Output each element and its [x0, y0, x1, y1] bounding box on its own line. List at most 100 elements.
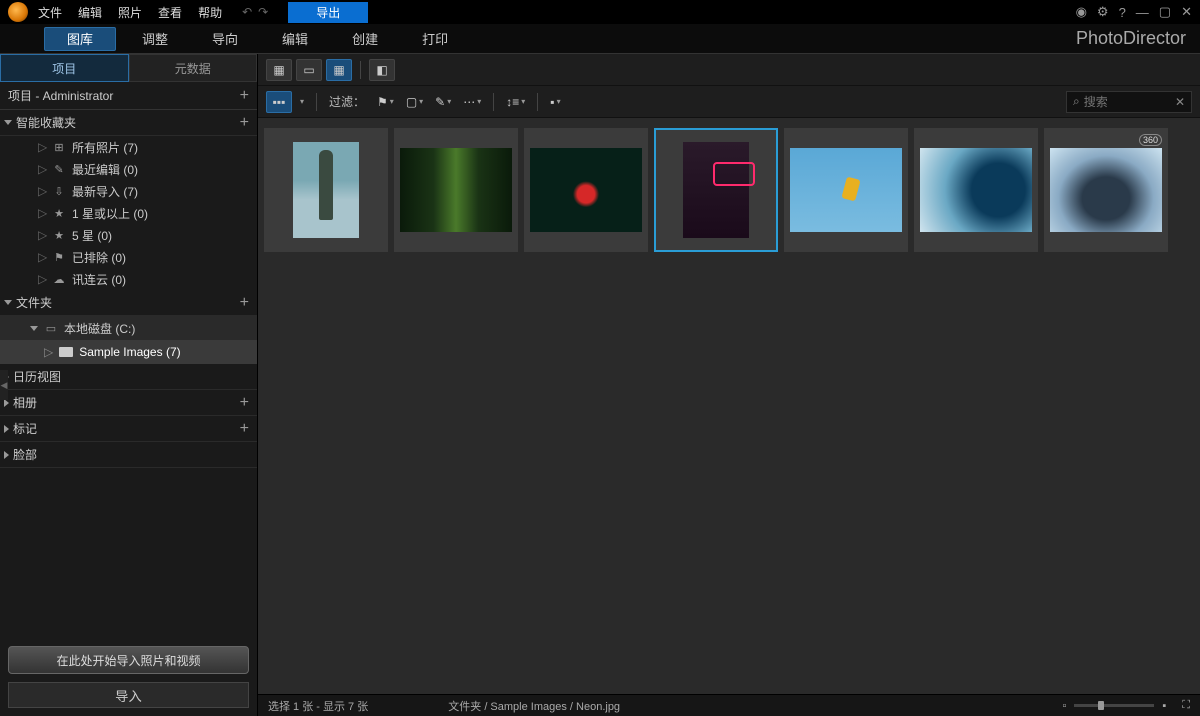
- brand-label: PhotoDirector: [1076, 28, 1186, 49]
- stack-icon: ▪: [550, 95, 554, 109]
- import-hint-button[interactable]: 在此处开始导入照片和视频: [8, 646, 249, 674]
- section-smart[interactable]: 智能收藏夹 +: [0, 110, 257, 136]
- menu-help[interactable]: 帮助: [198, 4, 222, 21]
- folder-icon: [59, 347, 73, 357]
- thumbnail-image: [1050, 148, 1162, 232]
- brush-icon: ✎: [435, 95, 445, 109]
- tab-library[interactable]: 图库: [44, 27, 116, 51]
- help-icon[interactable]: ?: [1119, 5, 1126, 20]
- filter-flag-dropdown[interactable]: ⚑▾: [373, 95, 398, 109]
- more-icon: ⋯: [463, 95, 475, 109]
- folder-sample-images[interactable]: ▷Sample Images (7): [0, 340, 257, 364]
- section-tag[interactable]: 标记+: [0, 416, 257, 442]
- folder-local-disk[interactable]: ▭本地磁盘 (C:): [0, 316, 257, 340]
- smart-excluded[interactable]: ▷⚑已排除 (0): [0, 246, 257, 268]
- fullscreen-icon[interactable]: ⛶: [1182, 699, 1190, 712]
- menu-photo[interactable]: 照片: [118, 4, 142, 21]
- thumb-size-button[interactable]: ▪▪▪: [266, 91, 292, 113]
- left-tab-project[interactable]: 项目: [0, 54, 129, 82]
- tab-create[interactable]: 创建: [330, 24, 400, 54]
- thumbnail-rock[interactable]: [264, 128, 388, 252]
- status-path: / Sample Images / Neon.jpg: [484, 701, 620, 713]
- undo-button[interactable]: ↶: [242, 5, 252, 19]
- sort-dropdown[interactable]: ↕≡▾: [502, 95, 529, 109]
- thumb-size-dropdown[interactable]: ▾: [296, 97, 308, 106]
- smart-recent-edit[interactable]: ▷✎最近编辑 (0): [0, 158, 257, 180]
- smart-recent-import[interactable]: ▷⇩最新导入 (7): [0, 180, 257, 202]
- import-icon: ⇩: [52, 184, 66, 198]
- view-single-button[interactable]: ▭: [296, 59, 322, 81]
- tab-guide[interactable]: 导向: [190, 24, 260, 54]
- star-icon: ★: [52, 206, 66, 220]
- chevron-down-icon: [4, 300, 12, 305]
- zoom-slider[interactable]: [1074, 704, 1154, 707]
- flag-icon: ⚑: [52, 250, 66, 264]
- tab-edit[interactable]: 编辑: [260, 24, 330, 54]
- search-box[interactable]: ⌕ ✕: [1066, 91, 1192, 113]
- view-compare-button[interactable]: ◧: [369, 59, 395, 81]
- thumbnail-skate[interactable]: [784, 128, 908, 252]
- chevron-down-icon: [30, 326, 38, 331]
- menu-view[interactable]: 查看: [158, 4, 182, 21]
- section-folders[interactable]: 文件夹 +: [0, 290, 257, 316]
- sidebar-collapse-handle[interactable]: ◀: [0, 370, 8, 400]
- thumbnail-image: [790, 148, 902, 232]
- thumbnail-wave[interactable]: [914, 128, 1038, 252]
- section-album[interactable]: 相册+: [0, 390, 257, 416]
- zoom-out-icon[interactable]: ▫: [1062, 700, 1066, 712]
- thumbnail-planet[interactable]: 360: [1044, 128, 1168, 252]
- thumbnail-image: [683, 142, 749, 238]
- disk-icon: ▭: [44, 321, 58, 335]
- thumbnail-forest[interactable]: [394, 128, 518, 252]
- thumbnail-image: [530, 148, 642, 232]
- photos-icon: ⊞: [52, 140, 66, 154]
- section-face[interactable]: 脸部: [0, 442, 257, 468]
- thumbnail-image: [293, 142, 359, 238]
- chevron-right-icon: [4, 451, 9, 459]
- tab-adjust[interactable]: 调整: [120, 24, 190, 54]
- badge-360: 360: [1139, 134, 1162, 146]
- search-input[interactable]: [1084, 95, 1171, 109]
- thumbnail-leaf[interactable]: [524, 128, 648, 252]
- maximize-button[interactable]: ▢: [1159, 4, 1171, 20]
- cloud-icon: ☁: [52, 272, 66, 286]
- zoom-in-icon[interactable]: ▪: [1162, 700, 1166, 712]
- search-clear-button[interactable]: ✕: [1175, 95, 1185, 109]
- star-icon: ★: [52, 228, 66, 242]
- thumbnail-neon[interactable]: [654, 128, 778, 252]
- section-calendar[interactable]: 日历视图: [0, 364, 257, 390]
- smart-1star[interactable]: ▷★1 星或以上 (0): [0, 202, 257, 224]
- filter-more-dropdown[interactable]: ⋯▾: [459, 95, 485, 109]
- add-project-button[interactable]: +: [240, 87, 249, 105]
- tab-print[interactable]: 打印: [400, 24, 470, 54]
- smart-cloud[interactable]: ▷☁讯连云 (0): [0, 268, 257, 290]
- view-browser-button[interactable]: ▦: [266, 59, 292, 81]
- thumbnail-image: [920, 148, 1032, 232]
- chevron-down-icon: [4, 120, 12, 125]
- add-folder-button[interactable]: +: [240, 294, 249, 312]
- left-tab-metadata[interactable]: 元数据: [129, 54, 258, 82]
- minimize-button[interactable]: —: [1136, 5, 1149, 20]
- add-smart-button[interactable]: +: [240, 114, 249, 132]
- notification-icon[interactable]: ◉: [1076, 4, 1087, 20]
- close-button[interactable]: ✕: [1181, 4, 1192, 20]
- add-album-button[interactable]: +: [240, 394, 249, 412]
- import-button[interactable]: 导入: [8, 682, 249, 708]
- add-tag-button[interactable]: +: [240, 420, 249, 438]
- stack-dropdown[interactable]: ▪▾: [546, 95, 564, 109]
- smart-all-photos[interactable]: ▷⊞所有照片 (7): [0, 136, 257, 158]
- status-path-label: 文件夹: [448, 701, 481, 713]
- gear-icon[interactable]: ⚙: [1097, 4, 1109, 20]
- smart-5star[interactable]: ▷★5 星 (0): [0, 224, 257, 246]
- menu-file[interactable]: 文件: [38, 4, 62, 21]
- filter-brush-dropdown[interactable]: ✎▾: [431, 95, 455, 109]
- filter-label: 过滤：: [329, 93, 365, 110]
- filter-label-dropdown[interactable]: ▢▾: [402, 95, 427, 109]
- view-grid-button[interactable]: ▦: [326, 59, 352, 81]
- export-button[interactable]: 导出: [288, 2, 368, 23]
- redo-button[interactable]: ↷: [258, 5, 268, 19]
- thumbnail-image: [400, 148, 512, 232]
- sort-icon: ↕≡: [506, 95, 519, 109]
- flag-icon: ⚑: [377, 95, 388, 109]
- menu-edit[interactable]: 编辑: [78, 4, 102, 21]
